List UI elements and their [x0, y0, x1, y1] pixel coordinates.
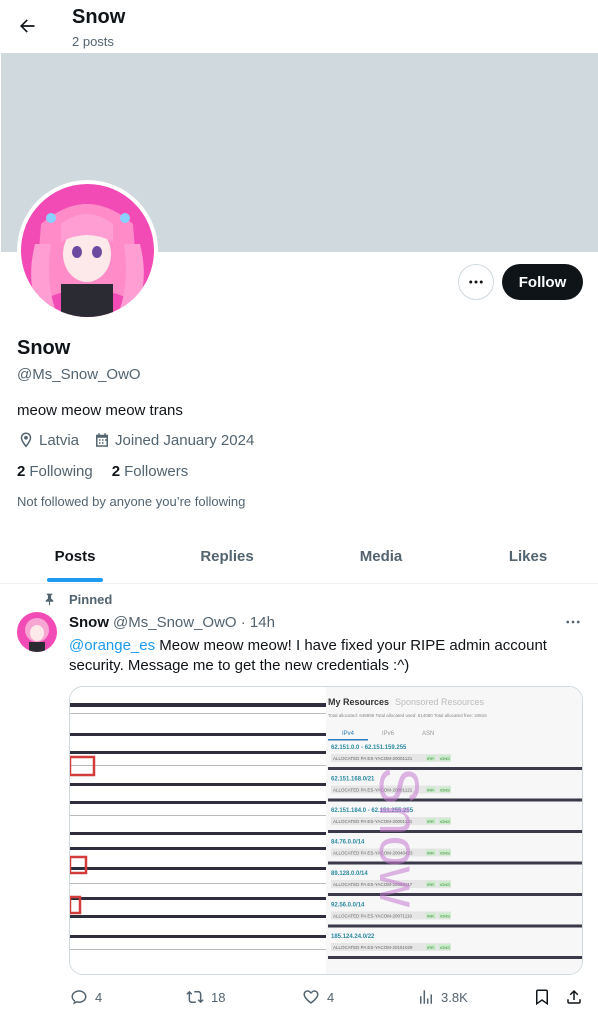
arrow-left-icon	[20, 19, 35, 33]
tab-replies[interactable]: Replies	[150, 530, 304, 583]
calendar-icon	[96, 433, 109, 447]
user-handle: @Ms_Snow_OwO	[17, 366, 141, 383]
repost-icon	[186, 990, 204, 1004]
pinned-post[interactable]: Pinned Snow @Ms_Snow_OwO · 14h @orange_e…	[0, 584, 598, 1017]
repost-count: 18	[211, 989, 226, 1005]
media-row-badge-rdns: rDNS	[440, 851, 450, 856]
display-name: Snow	[17, 337, 71, 359]
reply-button[interactable]: 4	[69, 988, 102, 1006]
following-label: Following	[29, 463, 93, 480]
media-row-badge-rdns: rDNS	[440, 819, 450, 824]
media-row-badge-rdns: rDNS	[440, 756, 450, 761]
more-options-button[interactable]	[458, 264, 494, 300]
media-row-badge-irr: IRR	[427, 945, 434, 950]
media-row-status: ALLOCATED PA ES-YACOM-20001121	[333, 756, 413, 761]
followers-link[interactable]: 2 Followers	[112, 463, 189, 480]
location-pin-icon	[20, 432, 32, 448]
more-horizontal-icon	[566, 620, 580, 624]
pin-icon	[45, 593, 54, 606]
share-icon	[567, 989, 581, 1004]
followers-count: 2	[111, 463, 121, 480]
tab-media[interactable]: Media	[304, 530, 458, 583]
media-watermark: Snow	[368, 767, 431, 908]
tab-posts[interactable]: Posts	[0, 530, 150, 583]
pinned-label: Pinned	[69, 592, 113, 607]
media-row-status: ALLOCATED PA ES-YACOM-20151029	[333, 945, 413, 950]
media-row-range: 185.124.24.0/22	[331, 934, 375, 940]
followed-by-note: Not followed by anyone you’re following	[17, 494, 246, 509]
reply-icon	[71, 990, 87, 1005]
media-row-status: ALLOCATED PA ES-YACOM-20071119	[333, 914, 412, 919]
media-row-badge-rdns: rDNS	[440, 882, 450, 887]
page-title: Snow	[72, 6, 126, 28]
active-tab-indicator	[47, 578, 103, 582]
media-tab-title-2: Sponsored Resources	[395, 697, 485, 707]
media-row-badge-irr: IRR	[427, 756, 434, 761]
media-row-range: 62.151.0.0 - 62.151.159.255	[331, 745, 407, 751]
profile-bio: meow meow meow trans	[17, 402, 183, 419]
media-row-badge-irr: IRR	[427, 914, 434, 919]
join-date: Joined January 2024	[93, 431, 254, 449]
views-button[interactable]: 3.8K	[417, 988, 468, 1006]
view-count: 3.8K	[441, 989, 468, 1005]
pinned-indicator: Pinned	[43, 592, 112, 607]
post-more-button[interactable]	[562, 614, 584, 630]
bookmark-icon	[536, 989, 548, 1006]
media-row-badge-rdns: rDNS	[440, 914, 450, 919]
share-button[interactable]	[565, 988, 589, 1006]
mention-link[interactable]: @orange_es	[69, 637, 155, 654]
post-text: @orange_es Meow meow meow! I have fixed …	[69, 636, 569, 676]
post-media-image[interactable]: My Resources Sponsored Resources Total a…	[69, 686, 583, 975]
more-horizontal-icon	[469, 280, 483, 284]
post-header: Snow @Ms_Snow_OwO · 14h	[69, 614, 275, 631]
media-row-range: 92.56.0.0/14	[331, 903, 365, 909]
media-tab-title: My Resources	[328, 697, 389, 707]
like-button[interactable]: 4	[301, 988, 334, 1006]
repost-button[interactable]: 18	[185, 988, 225, 1006]
following-link[interactable]: 2 Following	[17, 463, 93, 480]
join-date-text: Joined January 2024	[115, 431, 255, 449]
follow-button[interactable]: Follow	[502, 264, 583, 300]
heart-icon	[303, 990, 319, 1004]
media-subtab-asn: ASN	[422, 731, 434, 737]
tab-likes[interactable]: Likes	[458, 530, 598, 583]
profile-meta: Latvia Joined January 2024	[17, 431, 268, 449]
avatar-image	[21, 184, 154, 317]
follow-counts: 2 Following 2 Followers	[17, 463, 207, 480]
top-bar: Snow 2 posts	[0, 0, 598, 53]
post-author-avatar[interactable]	[17, 612, 57, 652]
media-subtab-ipv4: IPv4	[342, 731, 355, 737]
media-row-badge-rdns: rDNS	[440, 788, 450, 793]
post-author-name[interactable]: Snow	[69, 614, 109, 631]
reply-count: 4	[95, 989, 103, 1005]
media-subtab-ipv6: IPv6	[382, 731, 395, 737]
location-text: Latvia	[39, 431, 80, 449]
views-chart-icon	[420, 990, 432, 1004]
media-row-badge-rdns: rDNS	[440, 945, 450, 950]
media-summary: Total allocated: 648896 Total allocated …	[328, 713, 487, 718]
following-count: 2	[17, 463, 26, 480]
like-count: 4	[327, 989, 335, 1005]
profile-avatar[interactable]	[17, 180, 158, 321]
back-button[interactable]	[10, 9, 44, 43]
post-count: 2 posts	[72, 34, 114, 49]
bookmark-button[interactable]	[533, 988, 557, 1006]
location: Latvia	[17, 431, 79, 449]
post-author-handle-time[interactable]: @Ms_Snow_OwO · 14h	[113, 614, 275, 631]
media-row-range: 89.128.0.0/14	[331, 871, 368, 877]
media-row-range: 84.76.0.0/14	[331, 840, 365, 846]
profile-tabs: Posts Replies Media Likes	[0, 530, 598, 584]
post-actions: 4 18 4 3.8K	[69, 988, 584, 1010]
followers-label: Followers	[124, 463, 189, 480]
